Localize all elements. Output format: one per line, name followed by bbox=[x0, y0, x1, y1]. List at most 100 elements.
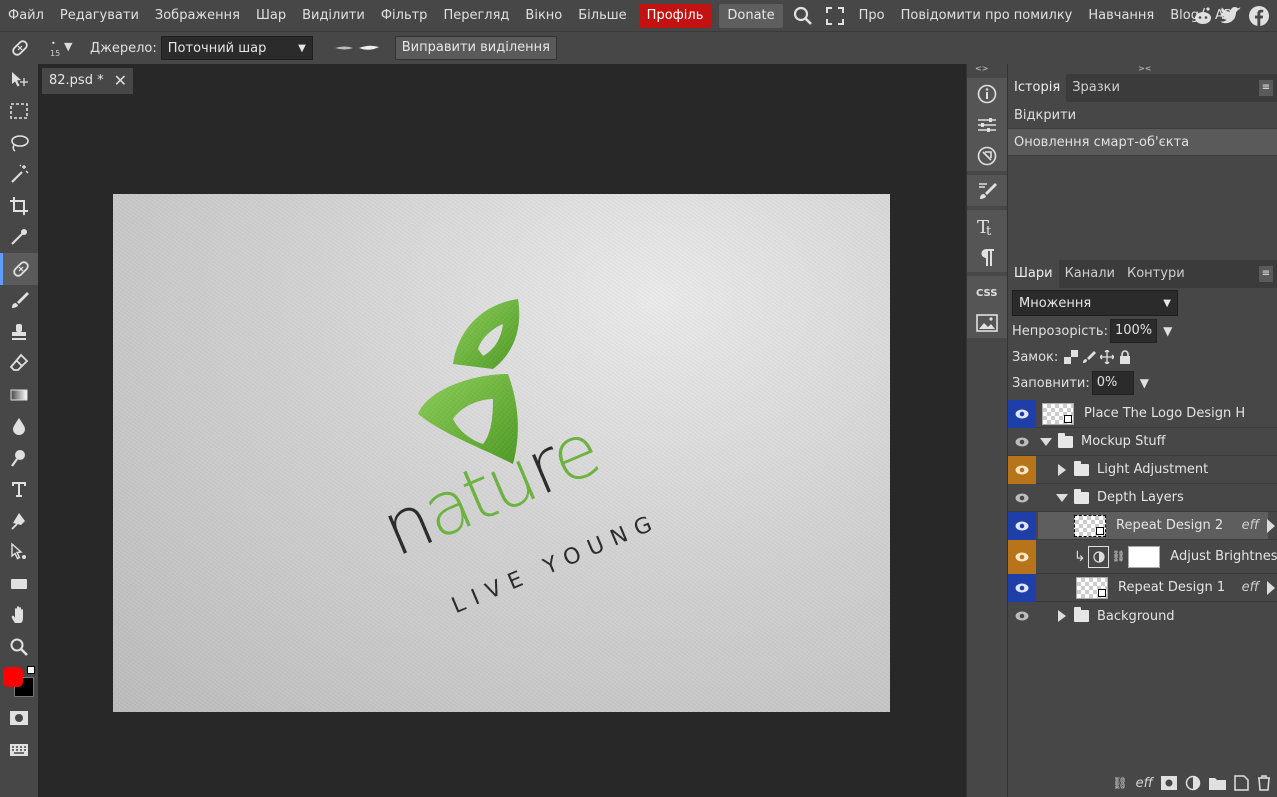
navigator-icon[interactable] bbox=[967, 140, 1007, 171]
canvas-image[interactable]: nature LIVE YOUNG bbox=[113, 194, 890, 712]
paragraph-icon[interactable] bbox=[967, 241, 1007, 272]
quick-mask-icon[interactable] bbox=[0, 703, 38, 735]
info-icon[interactable] bbox=[967, 78, 1007, 109]
menu-window[interactable]: Вікно bbox=[517, 0, 570, 31]
tab-layers[interactable]: Шари bbox=[1008, 260, 1059, 288]
link-icon[interactable]: ⛓ bbox=[1111, 550, 1125, 563]
expand-effects-icon[interactable] bbox=[1267, 518, 1275, 533]
menu-learn[interactable]: Навчання bbox=[1080, 0, 1162, 31]
lock-position-icon[interactable] bbox=[1100, 350, 1115, 364]
gradient-tool-icon[interactable] bbox=[0, 379, 38, 411]
blend-mode-select[interactable]: Множення ▼ bbox=[1012, 290, 1178, 316]
menu-view[interactable]: Перегляд bbox=[435, 0, 517, 31]
fullscreen-icon[interactable] bbox=[819, 0, 851, 31]
image-icon[interactable] bbox=[967, 307, 1007, 338]
visibility-eye-icon[interactable] bbox=[1008, 539, 1036, 574]
source-select[interactable]: Поточний шар ▼ bbox=[160, 36, 313, 60]
twitter-icon[interactable] bbox=[1219, 4, 1243, 28]
layer-row[interactable]: Mockup Stuff bbox=[1008, 428, 1277, 456]
layer-row[interactable]: Repeat Design 2 eff bbox=[1008, 511, 1277, 540]
collapse-arrows-icon[interactable]: <> bbox=[967, 64, 1007, 74]
menu-layer[interactable]: Шар bbox=[248, 0, 294, 31]
zoom-tool-icon[interactable] bbox=[0, 631, 38, 663]
delete-layer-icon[interactable] bbox=[1257, 775, 1271, 791]
character-icon[interactable]: Tt bbox=[967, 210, 1007, 241]
link-layers-icon[interactable]: ⛓ bbox=[1112, 776, 1127, 790]
layer-effects-button[interactable]: eff bbox=[1136, 776, 1153, 791]
panel-menu-icon[interactable]: ≡ bbox=[1259, 266, 1273, 282]
collapse-arrows-icon[interactable]: >< bbox=[1008, 64, 1277, 74]
close-icon[interactable]: ✕ bbox=[114, 68, 127, 94]
menu-more[interactable]: Більше bbox=[570, 0, 634, 31]
brush-settings-icon[interactable] bbox=[967, 175, 1007, 206]
chevron-down-icon[interactable]: ▼ bbox=[1163, 324, 1172, 338]
lasso-tool-icon[interactable] bbox=[0, 127, 38, 159]
layer-row[interactable]: Place The Logo Design H bbox=[1008, 399, 1277, 428]
foreground-color-swatch[interactable] bbox=[3, 666, 23, 687]
layer-row[interactable]: Light Adjustment bbox=[1008, 455, 1277, 484]
lock-transparency-icon[interactable] bbox=[1064, 350, 1079, 364]
add-mask-icon[interactable] bbox=[1161, 776, 1177, 790]
menu-edit[interactable]: Редагувати bbox=[52, 0, 147, 31]
visibility-eye-icon[interactable] bbox=[1008, 511, 1036, 540]
keyboard-icon[interactable] bbox=[0, 734, 38, 766]
expand-caret-icon[interactable] bbox=[1058, 610, 1066, 622]
lock-all-icon[interactable] bbox=[1118, 350, 1132, 364]
stamp-tool-icon[interactable] bbox=[0, 316, 38, 348]
visibility-eye-icon[interactable] bbox=[1008, 602, 1036, 630]
visibility-eye-icon[interactable] bbox=[1008, 484, 1036, 512]
visibility-eye-icon[interactable] bbox=[1008, 399, 1036, 428]
visibility-eye-icon[interactable] bbox=[1008, 573, 1036, 602]
swap-colors-icon[interactable] bbox=[27, 665, 35, 674]
adjustment-layer-icon[interactable] bbox=[1185, 775, 1201, 791]
layer-row[interactable]: Repeat Design 1 eff bbox=[1008, 573, 1277, 602]
tab-history[interactable]: Історія bbox=[1008, 74, 1067, 102]
tab-paths[interactable]: Контури bbox=[1121, 260, 1191, 288]
layer-row[interactable]: Depth Layers bbox=[1008, 484, 1277, 512]
adjustments-icon[interactable] bbox=[967, 109, 1007, 140]
eraser-icon[interactable] bbox=[0, 348, 38, 380]
visibility-eye-icon[interactable] bbox=[1008, 455, 1036, 484]
panel-menu-icon[interactable]: ≡ bbox=[1259, 80, 1273, 96]
tab-swatches[interactable]: Зразки bbox=[1066, 74, 1126, 102]
expand-caret-icon[interactable] bbox=[1056, 493, 1068, 502]
expand-caret-icon[interactable] bbox=[1058, 463, 1066, 476]
opacity-input[interactable]: 100% bbox=[1109, 319, 1158, 343]
brush-tool-icon[interactable] bbox=[0, 285, 38, 317]
effects-label[interactable]: eff bbox=[1242, 580, 1259, 595]
layer-row[interactable]: Background bbox=[1008, 602, 1277, 630]
tab-channels[interactable]: Канали bbox=[1059, 260, 1121, 288]
document-tab[interactable]: 82.psd * ✕ bbox=[42, 68, 133, 94]
fix-selection-button[interactable]: Виправити виділення bbox=[394, 36, 557, 60]
pen-tool-icon[interactable] bbox=[0, 505, 38, 537]
hand-tool-icon[interactable] bbox=[0, 600, 38, 632]
history-item[interactable]: Оновлення смарт-об'єкта bbox=[1008, 129, 1277, 156]
chevron-down-icon[interactable]: ▼ bbox=[1140, 376, 1149, 390]
healing-brush-icon[interactable] bbox=[0, 253, 38, 285]
effects-label[interactable]: eff bbox=[1242, 518, 1259, 533]
facebook-icon[interactable] bbox=[1247, 4, 1271, 28]
profile-button[interactable]: Профіль bbox=[638, 3, 712, 28]
color-swatches[interactable] bbox=[0, 663, 38, 703]
text-tool-icon[interactable] bbox=[0, 474, 38, 506]
menu-about[interactable]: Про bbox=[851, 0, 893, 31]
expand-caret-icon[interactable] bbox=[1040, 437, 1052, 446]
blur-tool-icon[interactable] bbox=[0, 411, 38, 443]
shape-tool-icon[interactable] bbox=[0, 568, 38, 600]
menu-report-bug[interactable]: Повідомити про помилку bbox=[893, 0, 1081, 31]
magic-wand-icon[interactable] bbox=[0, 159, 38, 191]
brush-size-picker[interactable]: • 15 ▼ bbox=[40, 33, 80, 64]
path-select-icon[interactable] bbox=[0, 537, 38, 569]
css-icon[interactable]: CSS bbox=[967, 276, 1007, 307]
reddit-icon[interactable] bbox=[1191, 4, 1215, 28]
new-folder-icon[interactable] bbox=[1209, 776, 1226, 790]
menu-image[interactable]: Зображення bbox=[147, 0, 248, 31]
visibility-eye-icon[interactable] bbox=[1008, 428, 1036, 456]
lock-pixels-icon[interactable] bbox=[1082, 350, 1097, 364]
marquee-tool-icon[interactable] bbox=[0, 96, 38, 128]
history-item[interactable]: Відкрити bbox=[1008, 102, 1277, 129]
crop-tool-icon[interactable] bbox=[0, 190, 38, 222]
eyedropper-icon[interactable] bbox=[0, 222, 38, 254]
dodge-tool-icon[interactable] bbox=[0, 442, 38, 474]
menu-file[interactable]: Файл bbox=[0, 0, 52, 31]
